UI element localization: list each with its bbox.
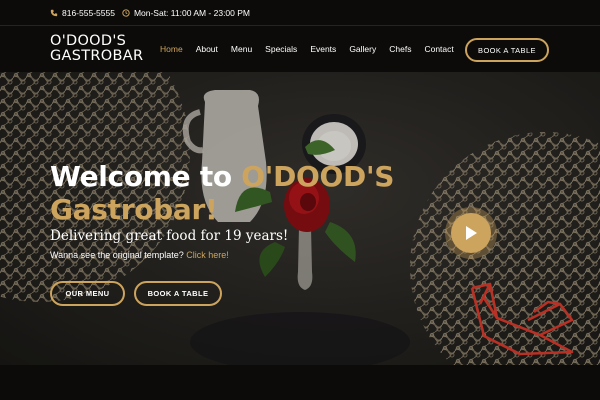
nav-gallery[interactable]: Gallery <box>349 44 376 54</box>
page-bottom-strip <box>0 365 600 400</box>
hero-book-table-button[interactable]: BOOK A TABLE <box>134 281 222 306</box>
site-header: O'DOOD'S GASTROBAR Home About Menu Speci… <box>0 25 600 72</box>
logo-line-2: GASTROBAR <box>50 48 144 64</box>
nav-events[interactable]: Events <box>310 44 336 54</box>
hero-section: Welcome to O'DOOD'S Gastrobar! Deliverin… <box>0 72 600 365</box>
top-info-bar: 816-555-5555 Mon-Sat: 11:00 AM - 23:00 P… <box>0 0 600 25</box>
hero-title-white: Welcome to <box>50 160 242 193</box>
hero-note-text: Wanna see the original template? <box>50 250 187 260</box>
play-icon <box>466 226 477 240</box>
original-template-link[interactable]: Click here! <box>186 250 229 260</box>
site-logo[interactable]: O'DOOD'S GASTROBAR <box>50 34 160 64</box>
nav-menu[interactable]: Menu <box>231 44 252 54</box>
hero-title-gold-1: O'DOOD'S <box>241 160 395 193</box>
main-nav: Home About Menu Specials Events Gallery … <box>160 44 467 54</box>
header-book-table-button[interactable]: BOOK A TABLE <box>465 38 549 62</box>
hero-subtitle: Delivering great food for 19 years! <box>50 228 289 244</box>
nav-specials[interactable]: Specials <box>265 44 297 54</box>
phone-icon <box>50 9 58 17</box>
opening-hours: Mon-Sat: 11:00 AM - 23:00 PM <box>133 7 251 18</box>
play-video-button[interactable] <box>451 213 491 253</box>
hero-title: Welcome to O'DOOD'S Gastrobar! <box>50 160 394 226</box>
nav-contact[interactable]: Contact <box>424 44 453 54</box>
phone-number: 816-555-5555 <box>62 7 115 18</box>
hero-title-gold-2: Gastrobar! <box>50 193 218 226</box>
hero-note: Wanna see the original template? Click h… <box>50 250 229 260</box>
phone-info: 816-555-5555 <box>50 8 115 18</box>
hours-info: Mon-Sat: 11:00 AM - 23:00 PM <box>122 8 250 18</box>
nav-about[interactable]: About <box>196 44 218 54</box>
nav-chefs[interactable]: Chefs <box>389 44 411 54</box>
nav-home[interactable]: Home <box>160 44 183 54</box>
our-menu-button[interactable]: OUR MENU <box>50 281 125 306</box>
clock-icon <box>122 8 130 17</box>
logo-line-1: O'DOOD'S <box>50 33 127 49</box>
